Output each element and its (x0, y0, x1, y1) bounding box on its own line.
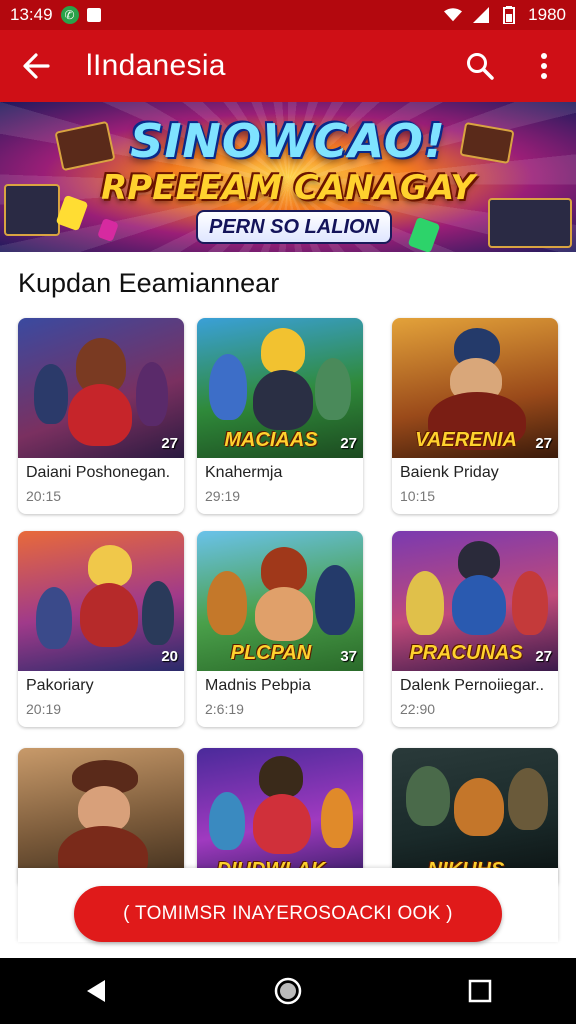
card-logo: MACIAAS (224, 429, 318, 451)
game-card[interactable]: 27 Daiani Poshonegan. 20:15 (18, 318, 184, 514)
notification-icon (86, 8, 101, 22)
card-meta: 2:6:19 (205, 701, 244, 717)
search-icon (467, 53, 494, 80)
card-meta: 20:19 (26, 701, 62, 717)
game-card[interactable]: VAERENIA 27 Baienk Priday 10:15 (392, 318, 558, 514)
battery-level: 1980 (528, 5, 566, 24)
page-title: lIndanesia (86, 49, 226, 82)
card-badge: 27 (340, 435, 357, 452)
signal-icon (472, 6, 490, 24)
more-options-button[interactable] (512, 30, 576, 102)
card-badge: 27 (535, 648, 552, 665)
nav-recents-button[interactable] (444, 958, 516, 1024)
back-arrow-icon (23, 53, 50, 79)
card-logo: PLCPAN (230, 642, 312, 664)
game-thumbnail: PRACUNAS 27 (392, 531, 558, 671)
back-button[interactable] (0, 30, 72, 102)
card-logo: PRACUNAS (409, 642, 523, 664)
game-thumbnail: 20 (18, 531, 184, 671)
card-title: Madnis Pebpia (205, 677, 311, 694)
game-thumbnail: NIKUHS (392, 748, 558, 888)
game-card[interactable] (18, 748, 184, 888)
card-title: Pakoriary (26, 677, 94, 694)
card-meta: 10:15 (400, 488, 436, 504)
card-badge: 20 (161, 648, 178, 665)
card-title: Dalenk Pernoiiegar.. (400, 677, 545, 694)
game-thumbnail: PLCPAN 37 (197, 531, 363, 671)
card-badge: 37 (340, 648, 357, 665)
game-card[interactable]: PRACUNAS 27 Dalenk Pernoiiegar.. 22:90 (392, 531, 558, 727)
card-badge: 27 (535, 435, 552, 452)
more-vert-icon (541, 53, 547, 79)
game-thumbnail: DIUDWLAK 17 (197, 748, 363, 888)
game-card[interactable]: 20 Pakoriary 20:19 (18, 531, 184, 727)
card-badge: 27 (161, 435, 178, 452)
recents-square-icon (468, 979, 492, 1003)
card-title: Daiani Poshonegan. (26, 464, 171, 481)
game-card[interactable]: NIKUHS (392, 748, 558, 888)
section-title: Kupdan Eeamiannear (18, 268, 280, 298)
system-nav-bar (0, 958, 576, 1024)
game-thumbnail: 27 (18, 318, 184, 458)
promo-banner[interactable]: SINOWCAO! RPEEEAM CANAGAY PERN SO LALION (0, 102, 576, 252)
home-circle-icon (274, 977, 302, 1005)
game-thumbnail: MACIAAS 27 (197, 318, 363, 458)
game-card[interactable]: MACIAAS 27 Knahermja 29:19 (197, 318, 363, 514)
whatsapp-icon: ✆ (60, 6, 79, 24)
status-bar: 13:49 ✆ 1980 (0, 0, 576, 30)
back-triangle-icon (87, 980, 105, 1002)
wifi-icon (444, 6, 463, 24)
status-time: 13:49 (10, 5, 53, 24)
card-meta: 29:19 (205, 488, 241, 504)
nav-home-button[interactable] (252, 958, 324, 1024)
card-title: Baienk Priday (400, 464, 499, 481)
card-logo: VAERENIA (415, 429, 517, 451)
banner-subheadline: RPEEEAM CANAGAY (101, 168, 475, 208)
game-thumbnail: VAERENIA 27 (392, 318, 558, 458)
game-thumbnail (18, 748, 184, 888)
battery-icon (500, 6, 518, 24)
card-title: Knahermja (205, 464, 283, 481)
search-button[interactable] (448, 30, 512, 102)
card-meta: 22:90 (400, 701, 436, 717)
banner-headline: SINOWCAO! (130, 114, 446, 168)
card-meta: 20:15 (26, 488, 62, 504)
game-card[interactable]: DIUDWLAK 17 (197, 748, 363, 888)
primary-cta-button[interactable]: ( TOMIMSR INAYEROSOACKI OOK ) (74, 886, 502, 942)
nav-back-button[interactable] (60, 958, 132, 1024)
app-bar: lIndanesia (0, 30, 576, 102)
banner-tagline: PERN SO LALION (196, 210, 392, 244)
game-card[interactable]: PLCPAN 37 Madnis Pebpia 2:6:19 (197, 531, 363, 727)
